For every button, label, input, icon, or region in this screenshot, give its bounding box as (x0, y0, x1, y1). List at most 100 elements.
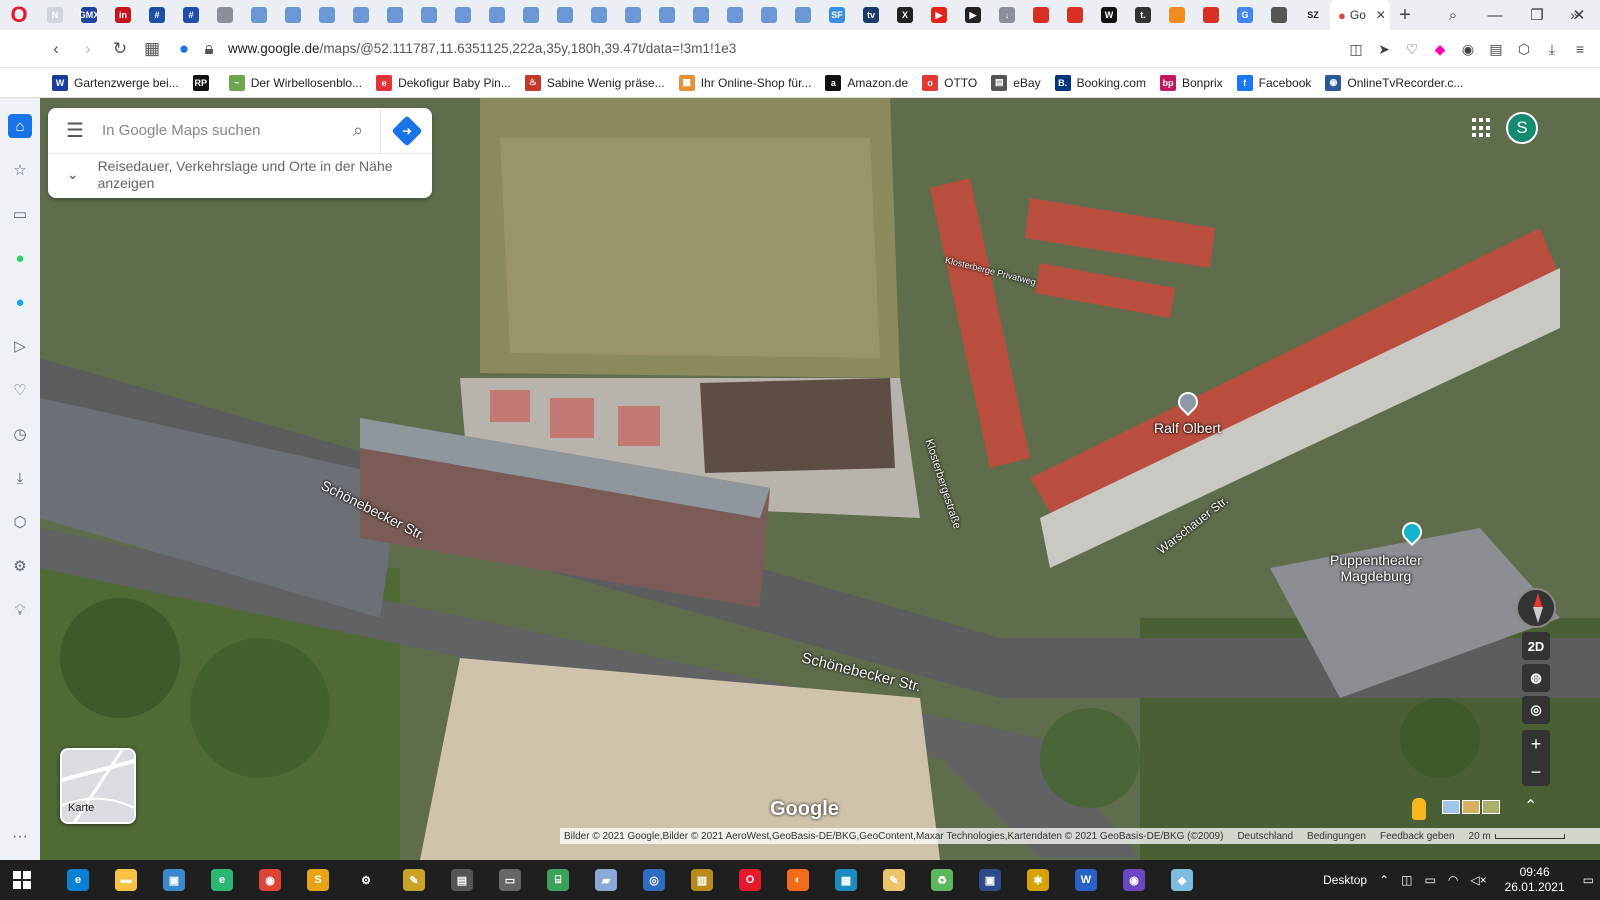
tab-28[interactable]: ↓ (990, 0, 1024, 30)
windows-start-icon[interactable] (0, 860, 44, 900)
taskbar-app[interactable]: W (1062, 860, 1110, 900)
camera-icon[interactable]: ◫ (1346, 41, 1366, 58)
lock-icon[interactable]: 🔒︎ (200, 39, 218, 59)
compass-icon[interactable] (1516, 588, 1556, 628)
back-button[interactable]: ‹ (40, 39, 72, 59)
poi-ralf-olbert[interactable]: Ralf Olbert (1154, 420, 1221, 436)
tab-7[interactable] (276, 0, 310, 30)
taskbar-app[interactable]: ▰ (582, 860, 630, 900)
tab-9[interactable] (344, 0, 378, 30)
imagery-thumb-3[interactable] (1482, 800, 1500, 814)
tab-16[interactable] (582, 0, 616, 30)
close-window-button[interactable]: ✕ (1558, 6, 1600, 24)
tab-24[interactable]: tv (854, 0, 888, 30)
taskbar-app[interactable]: ▣ (150, 860, 198, 900)
terms-link[interactable]: Bedingungen (1307, 831, 1366, 842)
location-icon[interactable]: ● (168, 39, 200, 59)
downloads-icon[interactable]: ⤓ (8, 466, 32, 490)
opera-menu-icon[interactable]: O (0, 0, 38, 30)
bookmark-item[interactable]: ♨ Sabine Wenig präse... (524, 74, 665, 91)
tab-36[interactable] (1262, 0, 1296, 30)
bookmark-item[interactable]: RP (192, 74, 215, 91)
tab-8[interactable] (310, 0, 344, 30)
taskbar-app[interactable]: ▣ (966, 860, 1014, 900)
new-tab-button[interactable]: + (1390, 4, 1420, 27)
bookmark-item[interactable]: ▤ eBay (991, 74, 1041, 91)
avatar[interactable]: S (1506, 112, 1538, 144)
bookmark-item[interactable]: bp Bonprix (1159, 74, 1223, 91)
zoom-out-button[interactable]: − (1522, 758, 1550, 786)
region-link[interactable]: Deutschland (1237, 831, 1293, 842)
taskbar-app[interactable]: ⚙ (342, 860, 390, 900)
bookmark-item[interactable]: B. Booking.com (1054, 74, 1146, 91)
chevron-down-icon[interactable]: ⌄ (48, 158, 98, 183)
tab-20[interactable] (718, 0, 752, 30)
taskbar-app[interactable]: ⌸ (534, 860, 582, 900)
menu-icon[interactable]: ≡ (1570, 41, 1590, 57)
tab-3[interactable]: # (140, 0, 174, 30)
tab-0[interactable]: N (38, 0, 72, 30)
taskbar-app[interactable]: ✱ (1014, 860, 1062, 900)
taskbar-app[interactable]: ▭ (486, 860, 534, 900)
taskbar-app[interactable]: ◉ (1110, 860, 1158, 900)
layer-toggle-button[interactable]: Karte (60, 748, 136, 824)
taskbar-app[interactable]: ♻ (918, 860, 966, 900)
reload-button[interactable]: ↻ (104, 39, 136, 59)
bookmark-item[interactable]: W Gartenzwerge bei... (52, 74, 179, 91)
download-icon[interactable]: ⤓ (1542, 41, 1562, 58)
settings-icon[interactable]: ⚙ (8, 554, 32, 578)
taskbar-app[interactable]: ◐ (774, 860, 822, 900)
speed-dial-icon[interactable]: ▦ (136, 39, 168, 59)
bookmarks-more-icon[interactable]: » (1570, 7, 1578, 23)
google-apps-icon[interactable] (1472, 118, 1492, 138)
briefcase-icon[interactable]: ▭ (8, 202, 32, 226)
taskbar-app[interactable]: ▦ (822, 860, 870, 900)
scale-bar[interactable]: 20 m (1469, 831, 1565, 842)
tab-21[interactable] (752, 0, 786, 30)
tab-17[interactable] (616, 0, 650, 30)
history-icon[interactable]: ◷ (8, 422, 32, 446)
taskbar-app[interactable]: ▬ (102, 860, 150, 900)
bookmark-item[interactable]: f Facebook (1236, 74, 1311, 91)
tab-31[interactable]: W (1092, 0, 1126, 30)
cube-icon[interactable]: ⬡ (1514, 41, 1534, 58)
volume-mute-icon[interactable]: ◁× (1470, 873, 1486, 887)
search-input[interactable] (102, 122, 336, 139)
tilt-2d-button[interactable]: 2D (1522, 632, 1550, 660)
sidebar-more-icon[interactable]: ··· (12, 828, 28, 846)
vpn-icon[interactable]: ◉ (1458, 41, 1478, 58)
restore-button[interactable]: ❐ (1516, 6, 1558, 24)
taskbar-app[interactable]: e (198, 860, 246, 900)
directions-button[interactable]: ➜ (380, 107, 432, 154)
extension-icon[interactable]: ◆ (1430, 41, 1450, 58)
taskbar-app[interactable]: ◎ (630, 860, 678, 900)
minimize-button[interactable]: — (1474, 7, 1516, 24)
chevron-up-icon[interactable]: ⌃ (1524, 796, 1537, 816)
tab-23[interactable]: SF (820, 0, 854, 30)
url-field[interactable]: www.google.de/maps/@52.111787,11.6351125… (228, 41, 736, 56)
poi-puppentheater[interactable]: Puppentheater Magdeburg (1330, 552, 1422, 584)
nearby-suggestion[interactable]: ⌄ Reisedauer, Verkehrslage und Orte in d… (48, 154, 432, 192)
tab-14[interactable] (514, 0, 548, 30)
desktop-label[interactable]: Desktop (1323, 873, 1367, 887)
taskbar-app[interactable]: ▥ (678, 860, 726, 900)
bookmark-item[interactable]: o OTTO (922, 74, 977, 91)
bookmark-item[interactable]: ~ Der Wirbellosenblo... (228, 74, 362, 91)
tray-expand-icon[interactable]: ⌃ (1379, 873, 1389, 887)
wallet-icon[interactable]: ▤ (1486, 41, 1506, 58)
tab-11[interactable] (412, 0, 446, 30)
tab-32[interactable]: t. (1126, 0, 1160, 30)
search-icon[interactable]: ⌕ (336, 120, 380, 141)
tab-10[interactable] (378, 0, 412, 30)
taskbar-app[interactable]: ◉ (246, 860, 294, 900)
tab-5[interactable] (208, 0, 242, 30)
star-icon[interactable]: ☆ (8, 158, 32, 182)
tab-35[interactable]: G (1228, 0, 1262, 30)
tab-close-icon[interactable]: ✕ (1376, 8, 1386, 22)
camera-tray-icon[interactable]: ◫ (1401, 873, 1412, 887)
search-tabs-icon[interactable]: ⌕ (1432, 7, 1474, 24)
tab-29[interactable] (1024, 0, 1058, 30)
tab-4[interactable]: # (174, 0, 208, 30)
tab-18[interactable] (650, 0, 684, 30)
battery-icon[interactable]: ▭ (1425, 873, 1436, 887)
